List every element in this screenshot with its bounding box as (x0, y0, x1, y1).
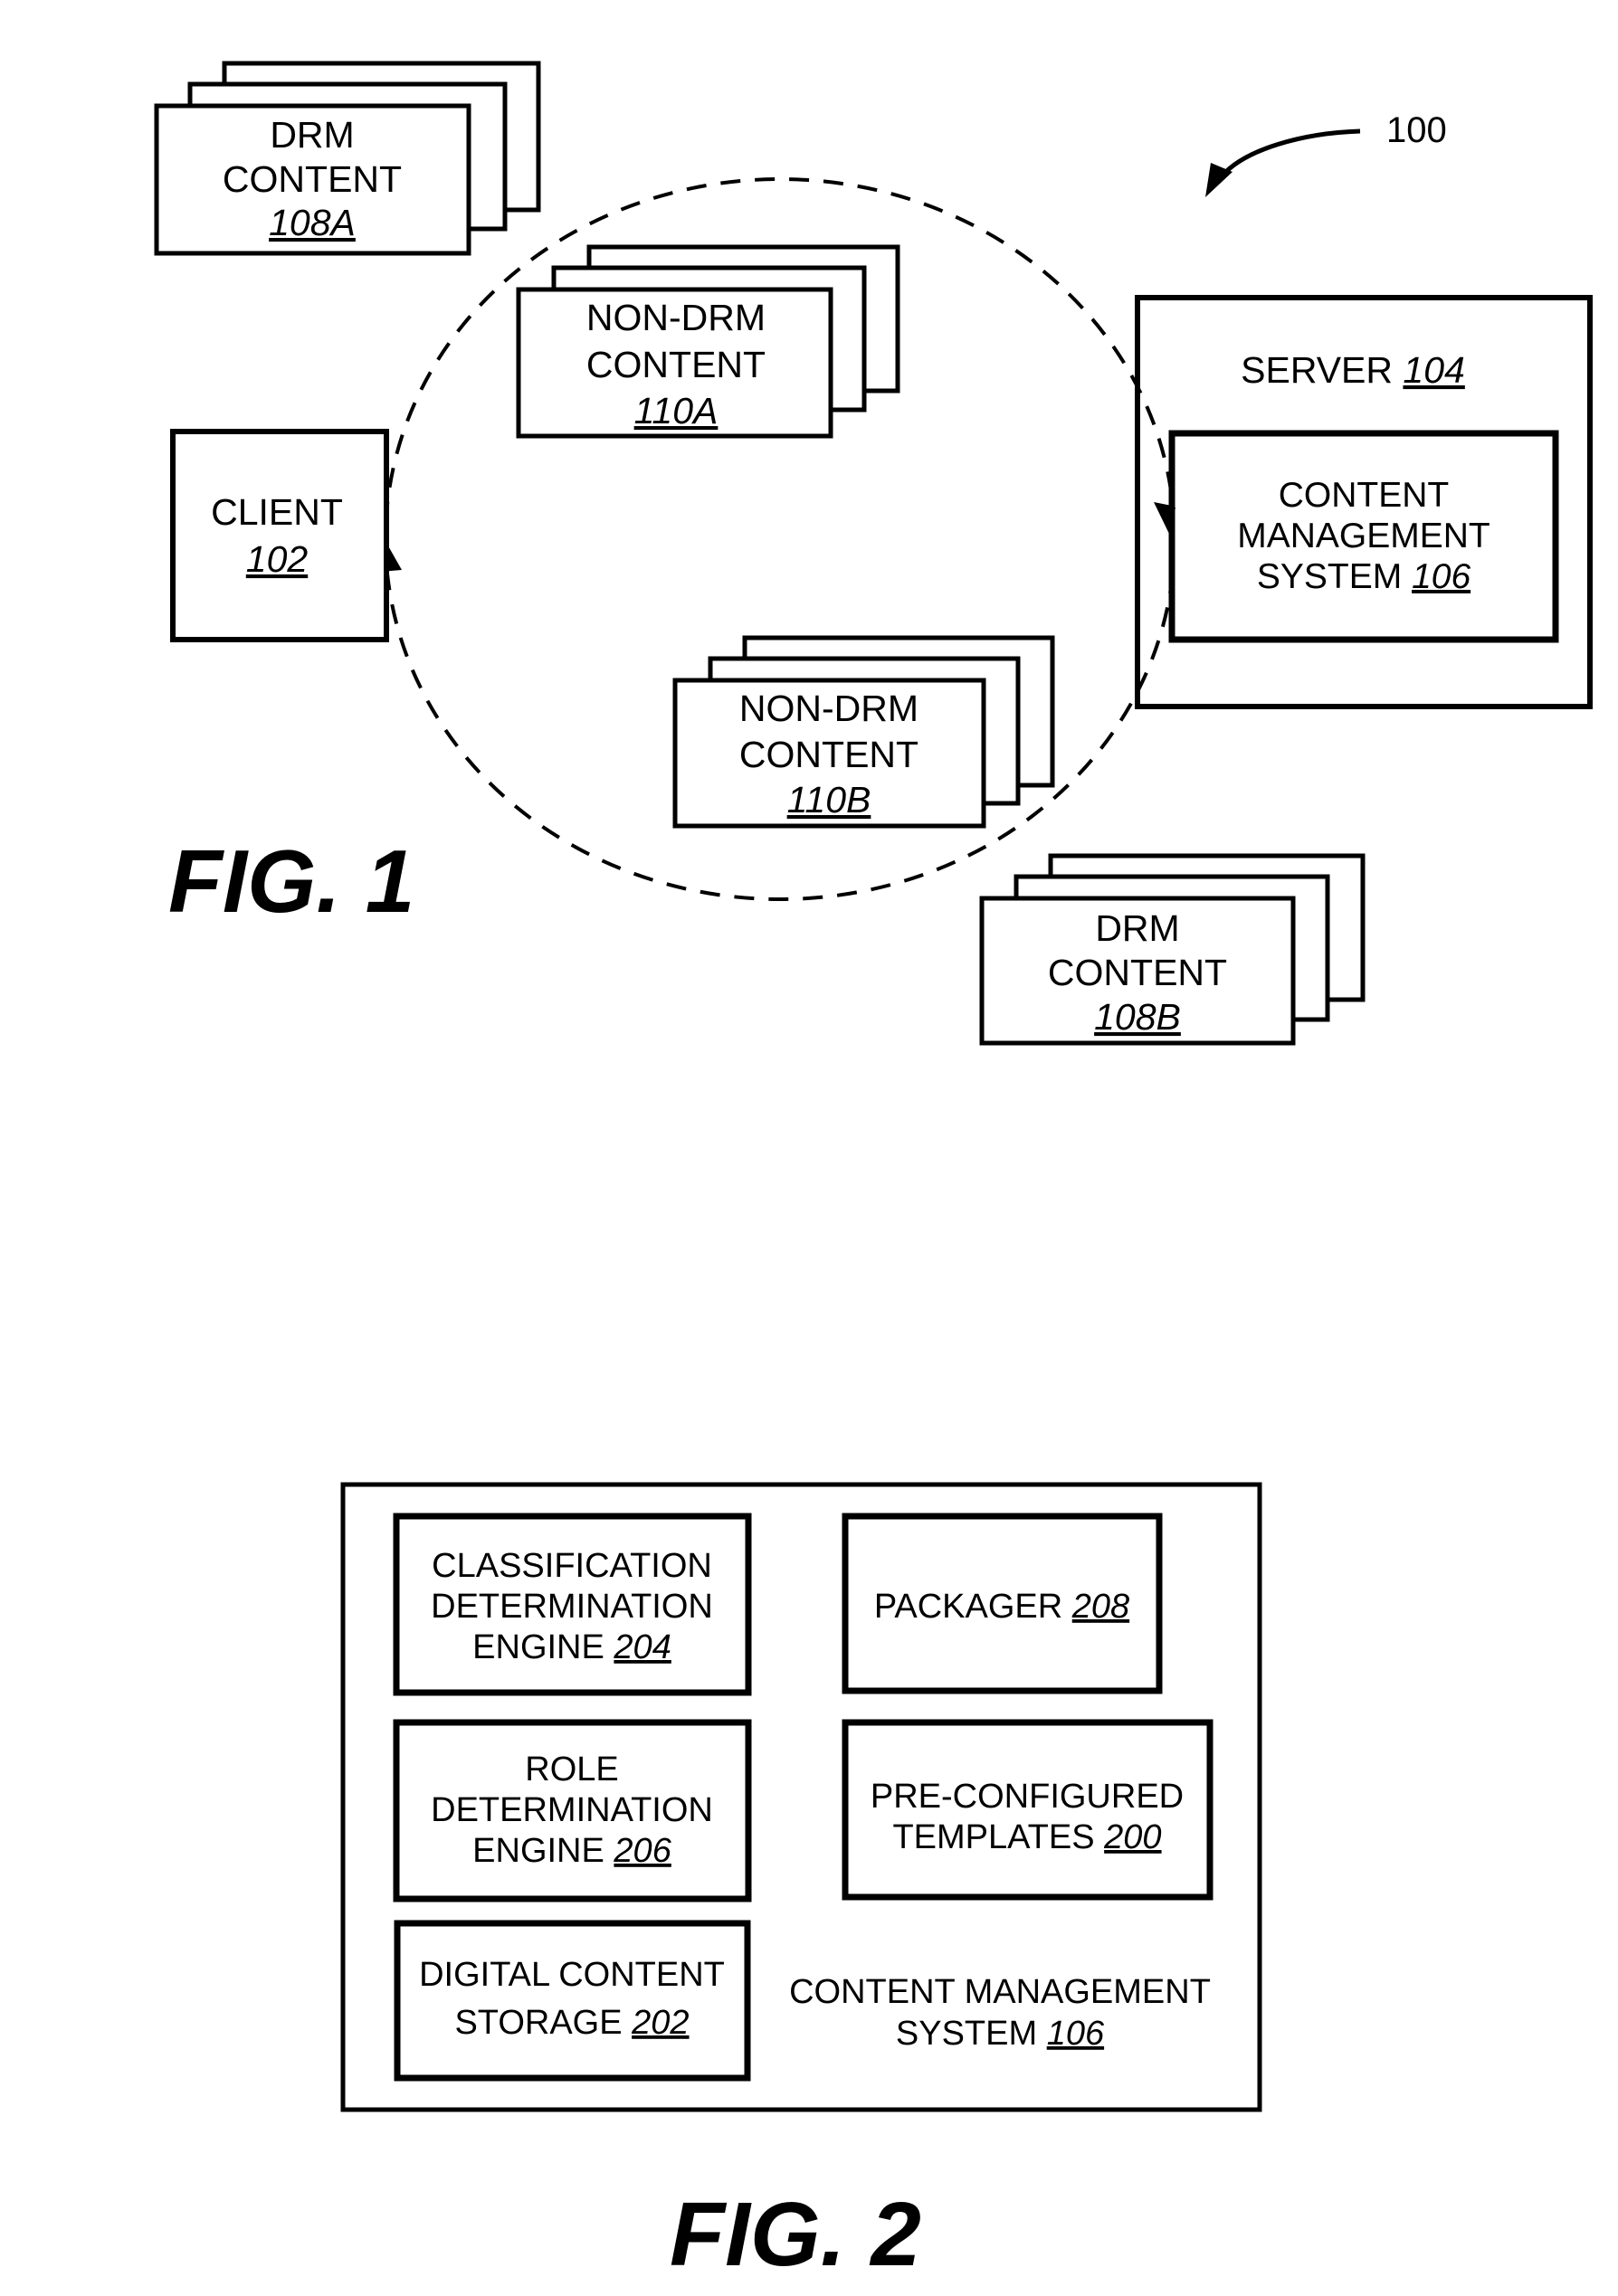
label-line: DETERMINATION (431, 1588, 713, 1626)
server-104: SERVER 104 CONTENT MANAGEMENT SYSTEM 106 (1135, 295, 1593, 709)
reference-number: 110B (787, 779, 871, 821)
label-line: PRE-CONFIGURED (871, 1778, 1184, 1816)
label-line: TEMPLATES 200 (892, 1818, 1161, 1856)
preconfigured-templates-200: PRE-CONFIGURED TEMPLATES 200 (842, 1719, 1214, 1901)
label-line: ENGINE 206 (472, 1832, 672, 1870)
patent-drawing: 100 DRM CONTENT 108A NON-DRM CONTENT 110… (154, 61, 1593, 2285)
label-line: CONTENT (1048, 952, 1227, 993)
label-line: MANAGEMENT (1237, 517, 1490, 555)
content-management-system-106: CONTENT MANAGEMENT SYSTEM 106 (1168, 430, 1559, 643)
reference-number: 110A (634, 390, 719, 432)
label-line: DETERMINATION (431, 1791, 713, 1829)
server-label: SERVER 104 (1241, 349, 1465, 391)
label-line: CONTENT (1279, 476, 1450, 515)
label-line: CLASSIFICATION (432, 1547, 712, 1585)
non-drm-content-110b: NON-DRM CONTENT 110B (672, 635, 1055, 829)
label-line: NON-DRM (586, 297, 766, 338)
client-102: CLIENT 102 (170, 429, 389, 642)
label-line: DRM (1095, 907, 1179, 949)
non-drm-content-110a: NON-DRM CONTENT 110A (516, 244, 900, 439)
drm-content-108a: DRM CONTENT 108A (154, 61, 541, 256)
label-line: CLIENT (211, 491, 343, 533)
drm-content-108b: DRM CONTENT 108B (979, 853, 1366, 1046)
label-line: ENGINE 204 (472, 1628, 671, 1666)
label-line: SYSTEM 106 (1257, 557, 1471, 596)
label-line: CONTENT (739, 734, 918, 775)
cms-container-label: CONTENT MANAGEMENT (789, 1973, 1211, 2011)
role-determination-engine-206: ROLE DETERMINATION ENGINE 206 (393, 1719, 752, 1902)
reference-arrow-icon (1220, 128, 1361, 178)
reference-number: 102 (246, 538, 309, 580)
system-ref-label: 100 (1386, 110, 1447, 150)
system-reference: 100 (1205, 110, 1447, 197)
packager-208: PACKAGER 208 (842, 1513, 1163, 1694)
reference-number: 108B (1094, 996, 1181, 1038)
reference-number: 108A (269, 202, 356, 243)
label-line: DIGITAL CONTENT (419, 1956, 725, 1994)
label-line: STORAGE 202 (454, 2004, 689, 2042)
label-line: PACKAGER 208 (874, 1588, 1129, 1626)
figure-2: CLASSIFICATION DETERMINATION ENGINE 204 … (340, 1482, 1262, 2285)
digital-content-storage-202: DIGITAL CONTENT STORAGE 202 (394, 1920, 751, 2082)
label-line: NON-DRM (739, 688, 918, 729)
label-line: ROLE (525, 1750, 618, 1788)
figure-2-caption: FIG. 2 (670, 2184, 921, 2285)
label-line: CONTENT (586, 344, 766, 385)
figure-1: 100 DRM CONTENT 108A NON-DRM CONTENT 110… (154, 61, 1593, 1046)
label-line: CONTENT (223, 158, 402, 200)
cms-container-label: SYSTEM 106 (896, 2015, 1105, 2053)
figure-1-caption: FIG. 1 (168, 831, 414, 931)
classification-determination-engine-204: CLASSIFICATION DETERMINATION ENGINE 204 (393, 1513, 752, 1696)
label-line: DRM (270, 114, 354, 156)
